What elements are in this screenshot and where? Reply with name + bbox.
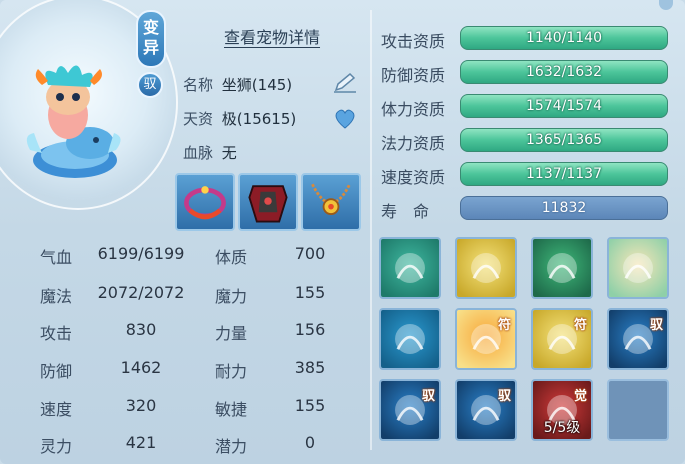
skill-tag: 觉	[573, 389, 587, 404]
skill-slot[interactable]	[379, 237, 441, 299]
aptitude-bar: 1574/1574	[460, 94, 668, 118]
wind-swirl-icon	[381, 239, 439, 297]
skill-slot[interactable]: 驭	[455, 379, 517, 441]
aptitude-bar: 1365/1365	[460, 128, 668, 152]
skill-tag: 符	[573, 318, 587, 333]
skill-tag: 驭	[421, 389, 435, 404]
variant-badge-text: 变 异	[142, 18, 159, 57]
stat-value: 320	[125, 396, 157, 415]
cauldron-icon	[381, 310, 439, 368]
attribute-label: 体质	[215, 248, 248, 267]
leaping-deer-icon	[533, 239, 591, 297]
equipment-slot-bracelet[interactable]	[175, 173, 235, 231]
skill-tag: 驭	[497, 389, 511, 404]
attribute-label: 潜力	[215, 437, 248, 456]
attribute-value: 156	[294, 320, 326, 339]
stat-label: 速度	[40, 400, 73, 419]
edit-name-icon[interactable]	[332, 72, 358, 94]
stat-label: 防御	[40, 362, 73, 381]
stat-value: 830	[125, 320, 157, 339]
stat-label: 魔法	[40, 287, 73, 306]
heart-icon[interactable]	[333, 108, 357, 130]
variant-badge: 变 异	[136, 10, 166, 68]
pet-detail-panel: 变 异 驭 查看宠物详情 名称 坐狮(145) 天资 极(15615) 血脉 无	[0, 0, 685, 464]
attribute-value: 0	[304, 433, 316, 452]
skill-slot[interactable]	[455, 237, 517, 299]
skill-slot[interactable]	[531, 237, 593, 299]
aptitude-label: 速度资质	[381, 168, 446, 187]
equipment-slot-armor[interactable]	[238, 173, 298, 231]
skill-tag: 驭	[649, 318, 663, 333]
stat-label: 气血	[40, 248, 73, 267]
skill-level: 5/5级	[543, 420, 581, 436]
pet-bloodline-row: 血脉 无	[183, 142, 237, 163]
aptitude-bar: 1140/1140	[460, 26, 668, 50]
view-pet-details-link[interactable]: 查看宠物详情	[224, 24, 320, 48]
attribute-label: 敏捷	[215, 400, 248, 419]
attribute-label: 力量	[215, 324, 248, 343]
yu-badge: 驭	[137, 72, 163, 98]
name-label: 名称	[183, 76, 214, 94]
skill-slot[interactable]: 符	[455, 308, 517, 370]
aptitude-bar: 1632/1632	[460, 60, 668, 84]
skill-slot[interactable]: 驭	[607, 308, 669, 370]
attribute-value: 155	[294, 396, 326, 415]
ring-icon	[184, 186, 226, 220]
aptitude-label: 法力资质	[381, 134, 446, 153]
stat-value: 421	[125, 433, 157, 452]
attribute-label: 魔力	[215, 287, 248, 306]
attribute-label: 耐力	[215, 362, 248, 381]
bloodline-value: 无	[221, 144, 237, 162]
pet-name-row: 名称 坐狮(145)	[183, 74, 292, 95]
necklace-icon	[311, 183, 351, 216]
aptitude-label: 体力资质	[381, 100, 446, 119]
aptitude-label: 攻击资质	[381, 32, 446, 51]
skill-slot[interactable]	[607, 237, 669, 299]
attribute-value: 700	[294, 244, 326, 263]
pet-portrait[interactable]	[20, 55, 130, 185]
lifespan-bar: 11832	[460, 196, 668, 220]
skill-slot[interactable]: 驭	[379, 379, 441, 441]
aptitude-value: 极(15615)	[221, 110, 297, 128]
bloodline-label: 血脉	[183, 144, 214, 162]
skill-tag: 符	[497, 318, 511, 333]
name-value: 坐狮(145)	[221, 76, 293, 94]
stat-value: 1462	[120, 358, 162, 377]
stat-value: 2072/2072	[97, 283, 185, 302]
lifespan-label: 寿 命	[381, 202, 430, 221]
skill-slot[interactable]: 符	[531, 308, 593, 370]
attribute-value: 385	[294, 358, 326, 377]
skill-slot[interactable]	[607, 379, 669, 441]
equipment-slot-necklace[interactable]	[301, 173, 361, 231]
pet-aptitude-row: 天资 极(15615)	[183, 108, 296, 129]
aptitude-bar: 1137/1137	[460, 162, 668, 186]
corner-decoration	[659, 0, 673, 10]
aptitude-label: 天资	[183, 110, 214, 128]
attribute-value: 155	[294, 283, 326, 302]
column-divider	[370, 10, 372, 450]
skill-slot[interactable]: 觉 5/5级	[531, 379, 593, 441]
armor-icon	[248, 185, 288, 223]
stat-value: 6199/6199	[97, 244, 185, 263]
shield-emblem-icon	[457, 239, 515, 297]
stat-label: 攻击	[40, 324, 73, 343]
skill-slot[interactable]	[379, 308, 441, 370]
stat-label: 灵力	[40, 437, 73, 456]
aptitude-label: 防御资质	[381, 66, 446, 85]
hand-fire-icon	[609, 239, 667, 297]
